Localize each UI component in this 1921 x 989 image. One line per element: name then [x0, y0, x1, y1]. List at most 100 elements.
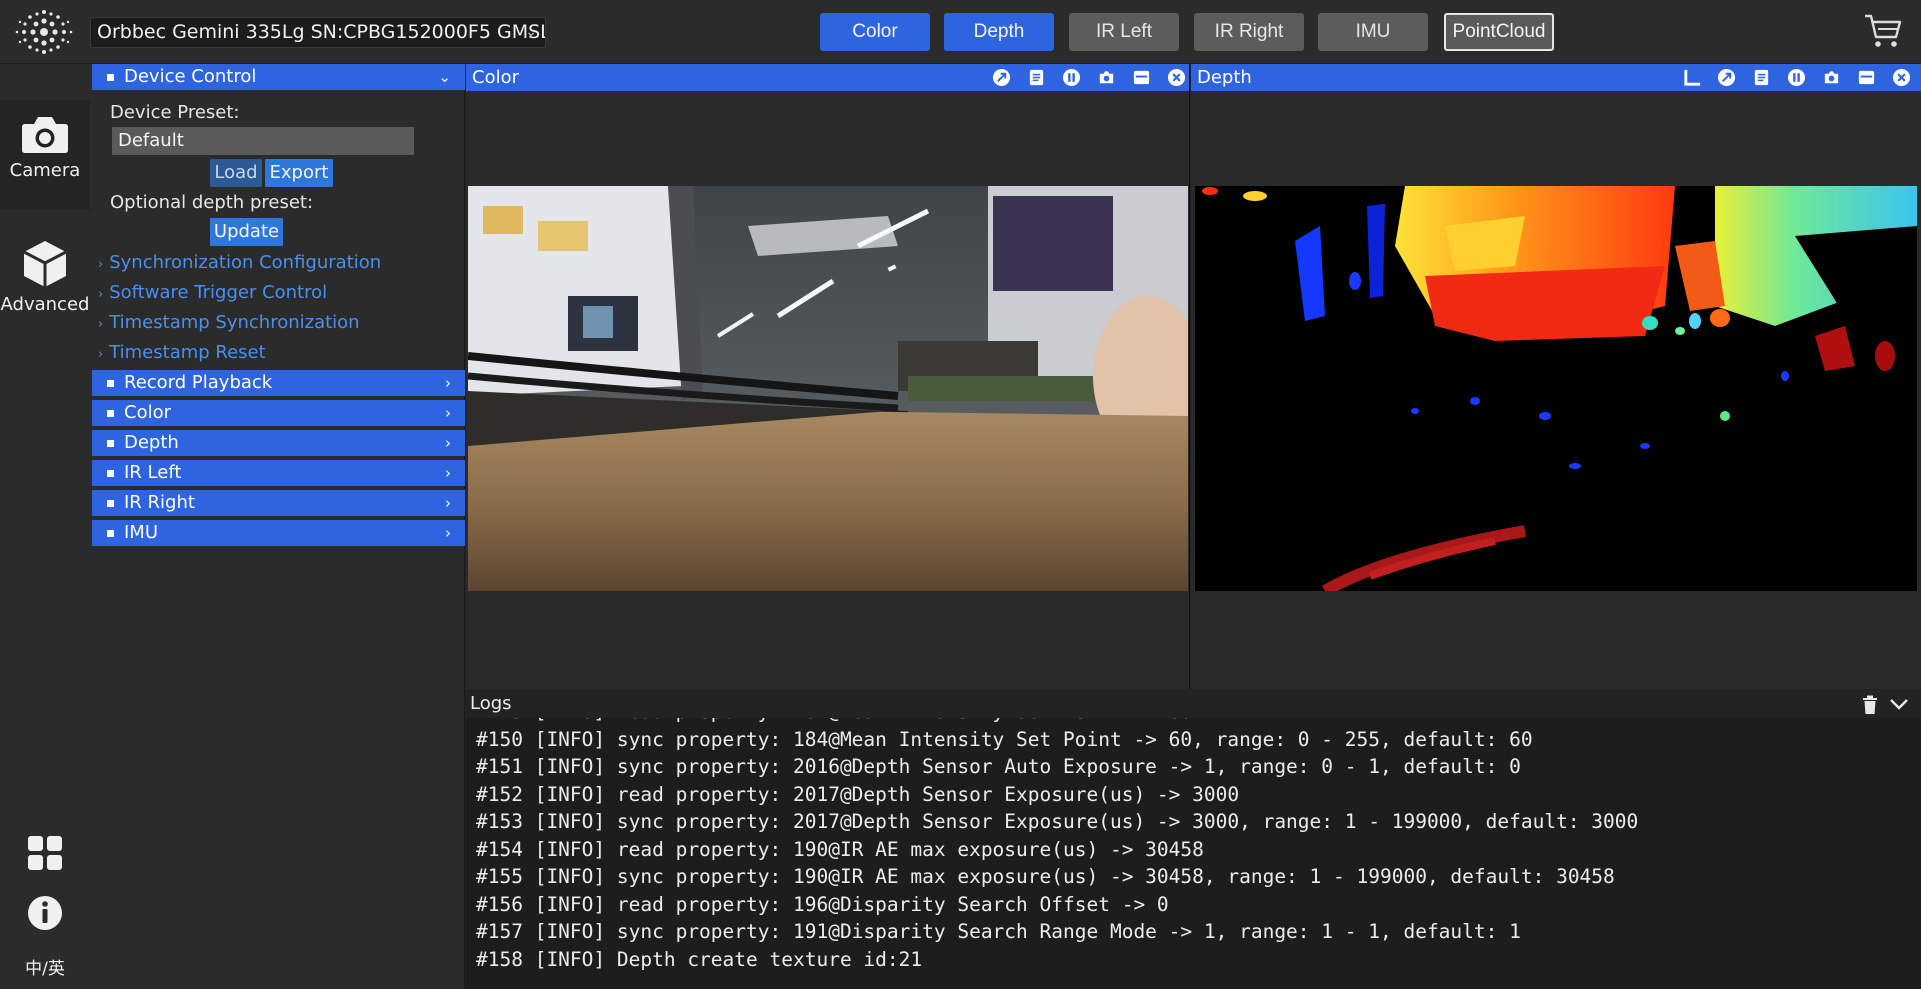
control-panel: Device Control ⌄ Device Preset: Default …: [90, 64, 465, 989]
device-preset-select[interactable]: Default: [112, 127, 414, 155]
log-line: #154 [INFO] read property: 190@IR AE max…: [476, 837, 1204, 861]
chevron-right-icon: ›: [98, 347, 104, 362]
section-ir-right[interactable]: IR Right ›: [92, 490, 465, 516]
link-software-trigger-control[interactable]: › Software Trigger Control: [98, 282, 327, 303]
device-select-label: Orbbec Gemini 335Lg SN:CPBG152000F5 GMSL…: [97, 21, 546, 43]
log-output: #149 [INFO] read property: 184@Mean Inte…: [476, 712, 1906, 989]
link-timestamp-reset[interactable]: › Timestamp Reset: [98, 342, 266, 363]
export-button[interactable]: Export: [265, 159, 333, 187]
update-button[interactable]: Update: [210, 218, 283, 246]
language-toggle[interactable]: 中/英: [0, 954, 90, 979]
link-synchronization-configuration[interactable]: › Synchronization Configuration: [98, 252, 381, 273]
chevron-right-icon: ›: [445, 524, 451, 542]
section-device-control[interactable]: Device Control ⌄: [92, 64, 465, 90]
section-record-playback[interactable]: Record Playback ›: [92, 370, 465, 396]
section-depth[interactable]: Depth ›: [92, 430, 465, 456]
snapshot-icon[interactable]: [1822, 68, 1841, 87]
sidebar-item-advanced[interactable]: Advanced: [0, 234, 90, 334]
info-panel-icon[interactable]: [1752, 68, 1771, 87]
color-stream-viewer: Color: [466, 64, 1190, 689]
color-viewer-titlebar: Color: [466, 64, 1189, 91]
info-panel-icon[interactable]: [1027, 68, 1046, 87]
section-title: IR Left: [124, 462, 182, 483]
section-imu[interactable]: IMU ›: [92, 520, 465, 546]
log-line: #158 [INFO] Depth create texture id:21: [476, 947, 923, 971]
bullet-icon: [107, 440, 114, 447]
cube-icon: [23, 241, 67, 287]
bullet-icon: [107, 380, 114, 387]
tab-depth[interactable]: Depth: [944, 13, 1054, 51]
color-camera-frame: [468, 186, 1188, 591]
bullet-icon: [107, 500, 114, 507]
measure-icon[interactable]: [1683, 68, 1702, 87]
tab-imu[interactable]: IMU: [1318, 13, 1428, 51]
tab-pointcloud[interactable]: PointCloud: [1444, 13, 1554, 51]
log-line: #150 [INFO] sync property: 184@Mean Inte…: [476, 727, 1533, 751]
tab-ir-left[interactable]: IR Left: [1069, 13, 1179, 51]
chevron-down-icon: ⌄: [525, 24, 537, 40]
section-title: Depth: [124, 432, 179, 453]
trash-icon[interactable]: [1861, 695, 1879, 715]
device-preset-label: Device Preset:: [110, 102, 240, 123]
chevron-right-icon: ›: [98, 257, 104, 272]
info-icon[interactable]: [26, 894, 64, 932]
pause-icon[interactable]: [1787, 68, 1806, 87]
log-line: #155 [INFO] sync property: 190@IR AE max…: [476, 865, 1615, 888]
log-line: #157 [INFO] sync property: 191@Disparity…: [476, 920, 1521, 943]
section-color[interactable]: Color ›: [92, 400, 465, 426]
close-icon[interactable]: [1892, 68, 1911, 87]
log-line: #153 [INFO] sync property: 2017@Depth Se…: [476, 810, 1639, 833]
orbbec-logo-icon: [15, 10, 73, 54]
log-line: #152 [INFO] read property: 2017@Depth Se…: [476, 782, 1240, 806]
depth-camera-frame: [1195, 186, 1917, 591]
depth-viewer-titlebar: Depth: [1191, 64, 1921, 91]
tab-color[interactable]: Color: [820, 13, 930, 51]
orbbec-viewer-app: Orbbec Gemini 335Lg SN:CPBG152000F5 GMSL…: [0, 0, 1921, 989]
sidebar-item-label: Advanced: [0, 294, 90, 315]
bullet-icon: [107, 470, 114, 477]
grid-apps-icon[interactable]: [26, 834, 64, 872]
chevron-right-icon: ›: [98, 317, 104, 332]
expand-icon[interactable]: [992, 68, 1011, 87]
icon-sidebar: Camera Advanced 中/英: [0, 64, 90, 989]
bullet-icon: [107, 74, 114, 81]
chevron-down-icon: ⌄: [438, 68, 451, 86]
bullet-icon: [107, 410, 114, 417]
pause-icon[interactable]: [1062, 68, 1081, 87]
sidebar-item-label: Camera: [9, 160, 81, 181]
load-button[interactable]: Load: [210, 159, 262, 187]
viewer-title: Color: [472, 67, 519, 88]
logs-title: Logs: [470, 693, 512, 714]
device-select[interactable]: Orbbec Gemini 335Lg SN:CPBG152000F5 GMSL…: [90, 17, 546, 48]
section-title: IMU: [124, 522, 159, 543]
log-line: #151 [INFO] sync property: 2016@Depth Se…: [476, 755, 1521, 778]
expand-icon[interactable]: [1717, 68, 1736, 87]
chevron-right-icon: ›: [445, 464, 451, 482]
chevron-right-icon: ›: [445, 374, 451, 392]
section-ir-left[interactable]: IR Left ›: [92, 460, 465, 486]
chevron-down-icon[interactable]: [1889, 697, 1909, 711]
close-icon[interactable]: [1167, 68, 1186, 87]
chevron-right-icon: ›: [445, 494, 451, 512]
sidebar-item-camera[interactable]: Camera: [0, 100, 90, 210]
cart-icon[interactable]: [1863, 12, 1903, 50]
link-timestamp-synchronization[interactable]: › Timestamp Synchronization: [98, 312, 360, 333]
window-icon[interactable]: [1857, 68, 1876, 87]
optional-depth-preset-label: Optional depth preset:: [110, 192, 314, 213]
tab-ir-right[interactable]: IR Right: [1194, 13, 1304, 51]
chevron-right-icon: ›: [98, 287, 104, 302]
viewer-title: Depth: [1197, 67, 1252, 88]
section-title: Record Playback: [124, 372, 273, 393]
logs-panel: #149 [INFO] read property: 184@Mean Inte…: [466, 690, 1921, 989]
window-icon[interactable]: [1132, 68, 1151, 87]
section-title: Device Control: [124, 66, 257, 87]
bullet-icon: [107, 530, 114, 537]
chevron-right-icon: ›: [445, 434, 451, 452]
logs-titlebar: Logs: [466, 690, 1921, 718]
camera-icon: [22, 117, 68, 153]
chevron-right-icon: ›: [445, 404, 451, 422]
snapshot-icon[interactable]: [1097, 68, 1116, 87]
section-title: IR Right: [124, 492, 195, 513]
log-line: #156 [INFO] read property: 196@Disparity…: [476, 892, 1169, 916]
depth-stream-viewer: Depth: [1191, 64, 1921, 689]
